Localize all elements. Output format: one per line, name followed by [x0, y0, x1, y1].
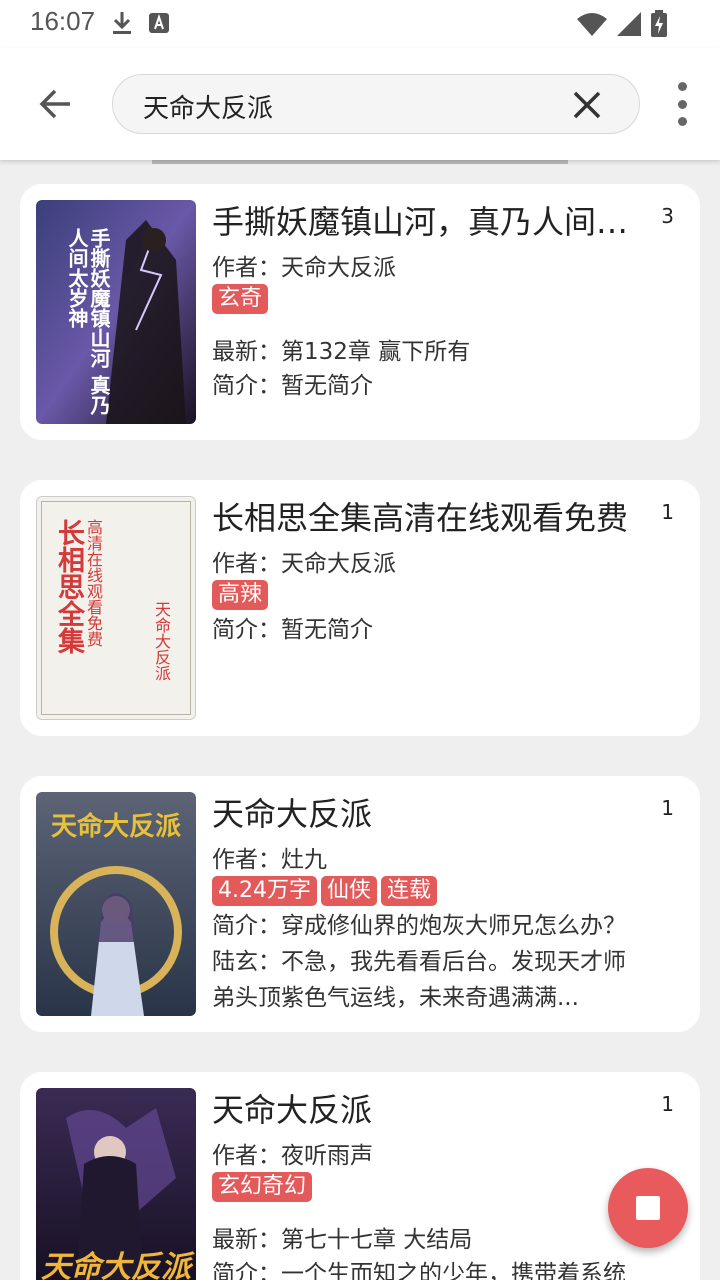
cover-title: 手撕妖魔镇山河 真乃人间太岁神	[65, 228, 111, 415]
signal-icon	[616, 11, 642, 41]
status-right-icons	[576, 10, 668, 42]
close-icon	[573, 91, 601, 119]
book-intro: 简介：暂无简介	[212, 617, 373, 643]
loading-progress-bar	[152, 160, 568, 164]
more-options-button[interactable]	[670, 82, 694, 126]
book-cover: 天命大反派	[36, 792, 196, 1016]
cover-title: 天命大反派	[41, 1250, 191, 1280]
book-author: 作者：夜听雨声	[212, 1143, 373, 1169]
book-tags: 高辣	[212, 580, 269, 610]
book-latest-chapter: 最新：第132章 赢下所有	[212, 339, 471, 365]
result-card[interactable]: 长相思全集 高清在线观看免费 天命大反派 长相思全集高清在线观看免费 1 作者：…	[20, 480, 700, 736]
cover-title: 长相思全集	[53, 519, 84, 654]
status-bar: 16:07	[0, 0, 720, 48]
result-card[interactable]: 天命大反派 天命大反派 1 作者：灶九 4.24万字 仙侠 连载 简介：穿成修仙…	[20, 776, 700, 1032]
book-title: 天命大反派	[212, 1091, 373, 1129]
status-left-icons	[110, 10, 170, 40]
more-vert-icon-dot	[677, 82, 687, 91]
book-intro: 简介：穿成修仙界的炮灰大师兄怎么办？陆玄：不急，我先看看后台。发现天才师弟头顶紫…	[212, 913, 626, 1011]
book-tags: 4.24万字 仙侠 连载	[212, 876, 438, 906]
back-button[interactable]	[30, 78, 82, 130]
book-tag: 高辣	[212, 580, 269, 610]
book-tag: 连载	[381, 876, 438, 906]
stop-icon	[636, 1196, 660, 1220]
result-count: 3	[661, 204, 674, 228]
book-tag: 玄幻奇幻	[212, 1172, 313, 1202]
battery-charging-icon	[650, 10, 668, 42]
result-card[interactable]: 手撕妖魔镇山河 真乃人间太岁神 手撕妖魔镇山河，真乃人间太岁神 3 作者：天命大…	[20, 184, 700, 440]
wifi-icon	[576, 11, 608, 41]
cover-title: 天命大反派	[50, 812, 181, 842]
search-input[interactable]: 天命大反派	[112, 74, 640, 134]
download-icon	[110, 10, 134, 40]
book-tags: 玄幻奇幻	[212, 1172, 313, 1202]
app-bar: 天命大反派	[0, 48, 720, 160]
search-query: 天命大反派	[143, 94, 274, 124]
book-tag: 玄奇	[212, 284, 269, 314]
result-card[interactable]: 天命大反派 天命大反派 1 作者：夜听雨声 玄幻奇幻 最新：第七十七章 大结局 …	[20, 1072, 700, 1280]
book-tag: 仙侠	[321, 876, 378, 906]
arrow-back-icon	[39, 89, 70, 119]
cover-author: 天命大反派	[152, 601, 171, 681]
more-vert-icon-dot	[677, 99, 687, 109]
book-tag: 4.24万字	[212, 876, 317, 906]
book-intro: 简介：一个生而知之的少年，携带着系统	[212, 1261, 626, 1280]
text-a-icon	[148, 12, 170, 38]
book-cover: 手撕妖魔镇山河 真乃人间太岁神	[36, 200, 196, 424]
book-title: 长相思全集高清在线观看免费	[212, 499, 629, 537]
more-vert-icon-dot	[677, 117, 687, 126]
book-cover: 长相思全集 高清在线观看免费 天命大反派	[36, 496, 196, 720]
book-title: 手撕妖魔镇山河，真乃人间太岁神	[212, 203, 632, 241]
book-author: 作者：天命大反派	[212, 255, 396, 281]
cover-subtitle: 高清在线观看免费	[84, 519, 103, 647]
book-intro: 简介：暂无简介	[212, 373, 373, 399]
clear-search-button[interactable]	[569, 87, 605, 123]
book-latest-chapter: 最新：第七十七章 大结局	[212, 1227, 473, 1253]
result-count: 1	[661, 1092, 674, 1116]
status-time: 16:07	[30, 6, 96, 36]
result-count: 1	[661, 796, 674, 820]
stop-search-button[interactable]	[608, 1168, 688, 1248]
result-count: 1	[661, 500, 674, 524]
book-author: 作者：灶九	[212, 847, 327, 873]
book-author: 作者：天命大反派	[212, 551, 396, 577]
book-tags: 玄奇	[212, 284, 269, 314]
book-cover: 天命大反派	[36, 1088, 196, 1280]
book-title: 天命大反派	[212, 795, 373, 833]
